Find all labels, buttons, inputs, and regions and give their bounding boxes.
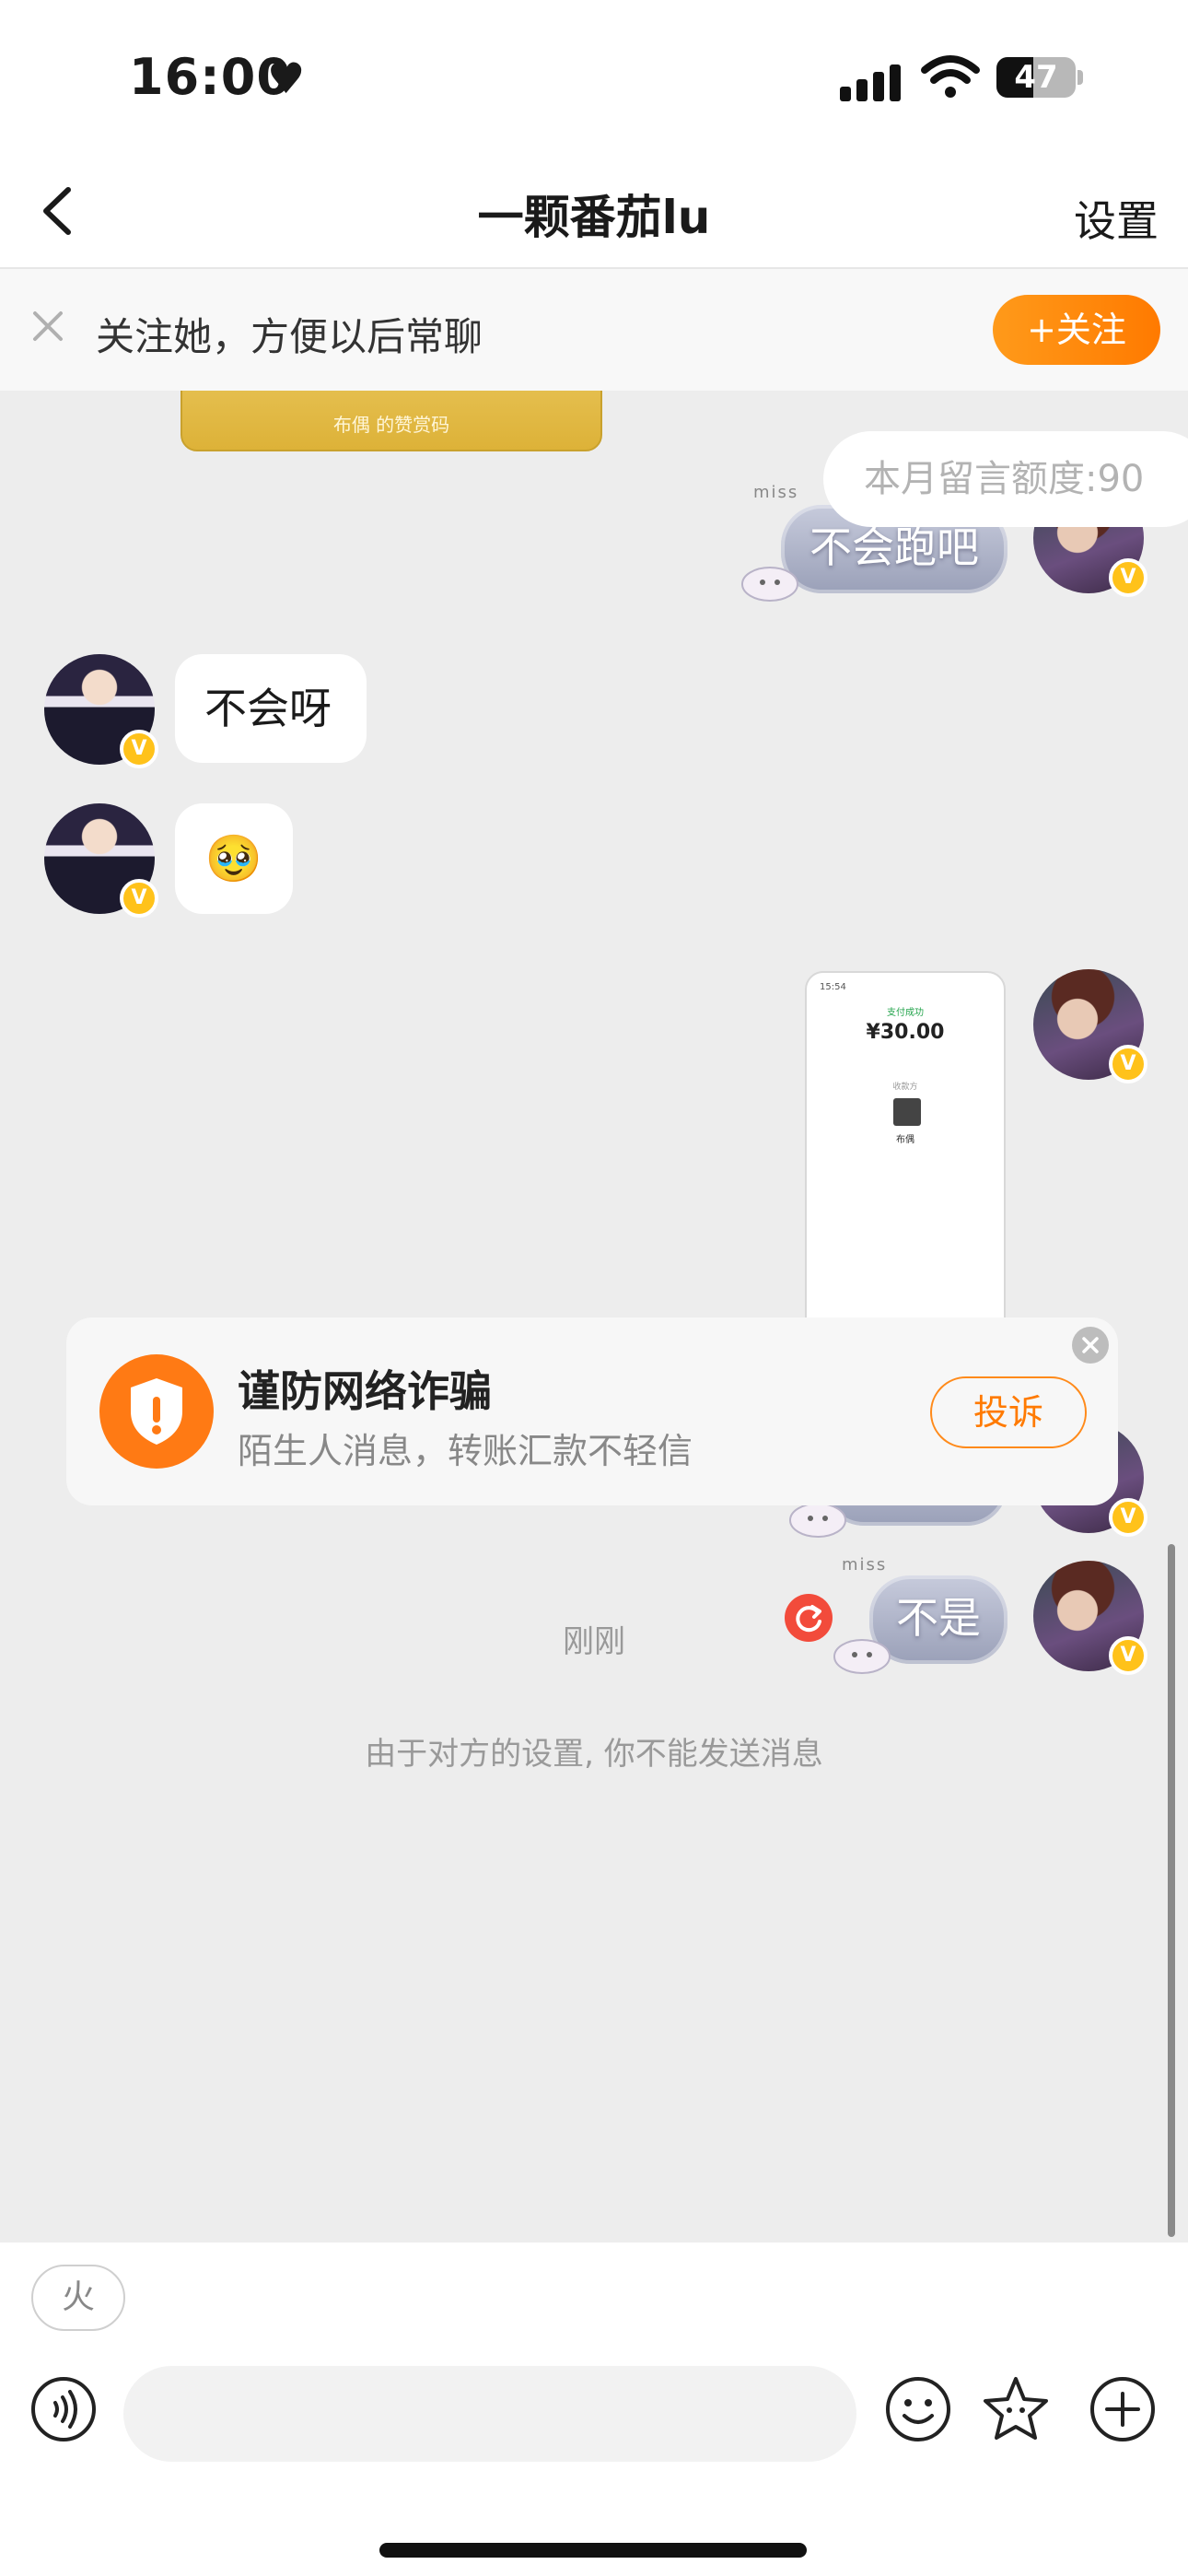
screenshot-success: 支付成功	[887, 1008, 924, 1018]
blocked-notice: 由于对方的设置, 你不能发送消息	[365, 1736, 823, 1773]
report-button[interactable]: 投诉	[930, 1376, 1087, 1448]
verified-badge-icon: V	[120, 879, 158, 918]
add-icon[interactable]	[1087, 2373, 1159, 2445]
verified-badge-icon: V	[1109, 558, 1147, 597]
cloud-sticker-icon	[741, 567, 798, 602]
close-icon[interactable]	[1072, 1327, 1109, 1364]
screenshot-payee-name: 布偶	[896, 1135, 914, 1145]
verified-badge-icon: V	[1109, 1045, 1147, 1083]
follow-banner: 关注她，方便以后常聊 +关注	[0, 269, 1188, 391]
screenshot-payee-avatar	[893, 1098, 921, 1126]
heart-icon: ♥	[267, 53, 306, 103]
voice-icon[interactable]	[28, 2373, 99, 2445]
avatar[interactable]: V	[44, 803, 158, 918]
battery-icon: 47	[996, 57, 1076, 98]
scrollbar[interactable]	[1168, 1544, 1175, 2237]
close-icon[interactable]	[28, 306, 68, 346]
screenshot-payee-label: 收款方	[892, 1083, 918, 1092]
screenshot-status: 15:54	[820, 982, 846, 992]
cloud-sticker-icon	[833, 1639, 891, 1674]
verified-badge-icon: V	[120, 730, 158, 768]
quick-reply-chip[interactable]: 火	[31, 2265, 125, 2331]
message-input[interactable]	[123, 2366, 856, 2462]
follow-hint: 关注她，方便以后常聊	[96, 314, 483, 359]
home-indicator	[379, 2543, 807, 2558]
chat-area[interactable]: 布偶 的赞赏码 miss 不会跑吧 V 本月留言额度:90 V 不会呀 V 🥹 …	[0, 391, 1188, 2242]
input-bar: 火	[0, 2242, 1188, 2576]
quota-label: 本月留言额度:90	[823, 431, 1188, 527]
screenshot-amount: ¥30.00	[866, 1021, 945, 1044]
bubble-decoration: miss	[842, 1555, 888, 1575]
fraud-warning-card: 谨防网络诈骗 陌生人消息，转账汇款不轻信 投诉	[66, 1317, 1118, 1505]
message-bubble-in[interactable]: 不会呀	[175, 654, 367, 763]
verified-badge-icon: V	[1109, 1636, 1147, 1675]
avatar[interactable]: V	[1033, 1561, 1147, 1675]
battery-level: 47	[1014, 59, 1058, 96]
avatar[interactable]: V	[1033, 969, 1147, 1083]
signal-icon	[840, 61, 904, 101]
message-bubble-in[interactable]: 🥹	[175, 803, 293, 914]
alert-shield-icon	[99, 1354, 214, 1469]
settings-button[interactable]: 设置	[1074, 188, 1159, 249]
status-bar: 16:00 ♥ 47	[0, 0, 1188, 157]
pay-code-card[interactable]: 布偶 的赞赏码	[181, 391, 602, 451]
warning-subtitle: 陌生人消息，转账汇款不轻信	[238, 1431, 693, 1471]
refresh-icon[interactable]	[785, 1594, 833, 1642]
follow-button[interactable]: +关注	[993, 295, 1160, 365]
warning-title: 谨防网络诈骗	[238, 1366, 492, 1416]
verified-badge-icon: V	[1109, 1498, 1147, 1537]
avatar[interactable]: V	[44, 654, 158, 768]
pay-code-label: 布偶 的赞赏码	[332, 414, 450, 436]
nav-bar: 一颗番茄lu 设置	[0, 157, 1188, 269]
emoji-icon[interactable]	[882, 2373, 954, 2445]
bubble-decoration: miss	[753, 483, 799, 502]
page-title: 一颗番茄lu	[477, 191, 711, 244]
time-divider: 刚刚	[563, 1623, 625, 1660]
wifi-icon	[921, 55, 980, 98]
sticker-icon[interactable]	[980, 2373, 1052, 2445]
